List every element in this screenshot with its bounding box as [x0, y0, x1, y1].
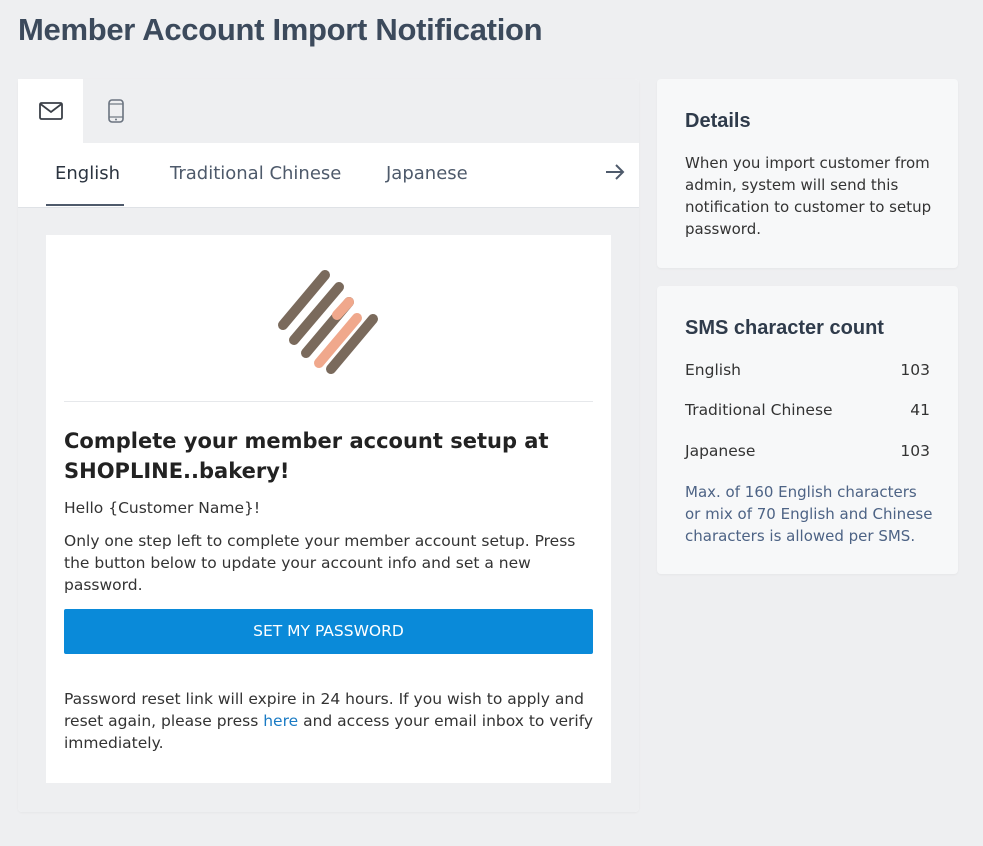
active-tab-indicator — [46, 204, 124, 206]
page-title: Member Account Import Notification — [18, 12, 543, 47]
email-footer-text: Password reset link will expire in 24 ho… — [64, 688, 594, 754]
email-preview: Complete your member account setup at SH… — [46, 235, 611, 783]
sms-count-language: Japanese — [685, 442, 756, 460]
store-logo — [46, 235, 611, 401]
sms-count-value: 103 — [900, 361, 930, 379]
sms-count-title: SMS character count — [685, 317, 884, 339]
channel-tabs — [18, 79, 639, 143]
sms-count-value: 41 — [910, 401, 930, 419]
channel-tab-email[interactable] — [18, 79, 83, 143]
email-divider — [64, 401, 593, 402]
mobile-phone-icon — [107, 99, 124, 123]
set-password-button[interactable]: SET MY PASSWORD — [64, 609, 593, 654]
language-tabs: English Traditional Chinese Japanese — [18, 143, 639, 208]
sms-count-card: SMS character count English 103 Traditio… — [657, 286, 958, 574]
email-heading: Complete your member account setup at SH… — [64, 429, 549, 483]
sms-count-language: Traditional Chinese — [685, 401, 833, 419]
notification-preview-panel: English Traditional Chinese Japanese Com… — [18, 79, 639, 812]
tab-japanese[interactable]: Japanese — [386, 163, 468, 184]
store-logo-icon — [278, 270, 378, 374]
sms-count-language: English — [685, 361, 741, 379]
details-title: Details — [685, 110, 751, 132]
here-link[interactable]: here — [263, 712, 298, 730]
envelope-icon — [38, 102, 63, 120]
arrow-right-icon[interactable] — [604, 163, 626, 186]
tab-traditional-chinese[interactable]: Traditional Chinese — [170, 163, 341, 184]
details-text: When you import customer from admin, sys… — [685, 154, 932, 238]
email-preview-area: Complete your member account setup at SH… — [18, 208, 639, 812]
channel-tab-sms[interactable] — [83, 79, 148, 143]
sms-limit-note: Max. of 160 English characters or mix of… — [685, 483, 933, 545]
sms-count-value: 103 — [900, 442, 930, 460]
email-greeting: Hello {Customer Name}! — [64, 499, 261, 517]
email-body-text: Only one step left to complete your memb… — [64, 532, 576, 594]
details-card: Details When you import customer from ad… — [657, 79, 958, 268]
tab-english[interactable]: English — [55, 163, 120, 184]
